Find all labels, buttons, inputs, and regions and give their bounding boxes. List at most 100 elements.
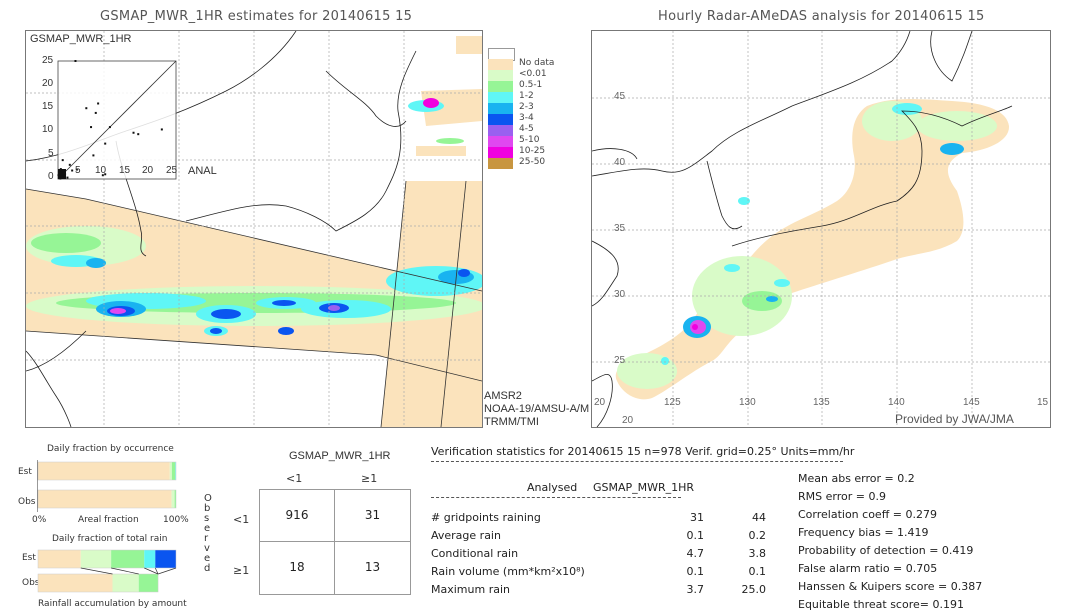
scatter-point [160, 128, 163, 131]
scatter-cluster [58, 169, 66, 179]
inset-xtick: 10 [95, 165, 107, 176]
lat-label-45: 45 [614, 91, 626, 102]
total-rain-est-label: Est [22, 553, 36, 563]
inset-ytick: 10 [42, 124, 54, 135]
legend-swatch [488, 103, 513, 114]
left-map-title: GSMAP_MWR_1HR estimates for 20140615 15 [100, 9, 413, 24]
score-item: Equitable threat score= 0.191 [798, 598, 964, 611]
legend-swatch [488, 158, 513, 169]
score-item: Mean abs error = 0.2 [798, 472, 915, 485]
stat-gsmap: 3.8 [748, 547, 767, 560]
legend-swatch [488, 114, 513, 125]
inset-xlabel: ANAL [188, 165, 217, 177]
inset-ytick: 15 [42, 101, 54, 112]
legend-swatch [488, 147, 513, 158]
col-divider [431, 497, 681, 498]
header-divider [431, 461, 843, 462]
legend-label: 3-4 [519, 113, 534, 123]
scatter-point [90, 126, 93, 129]
stat-gsmap: 44 [752, 511, 766, 524]
inset-scatter [57, 60, 177, 180]
inset-ytick: 20 [42, 78, 54, 89]
right-map-panel: 45 40 35 30 25 20 20 125 130 135 140 145… [591, 30, 1051, 428]
col-analysed: Analysed [527, 481, 578, 494]
score-item: Correlation coeff = 0.279 [798, 508, 937, 521]
occurrence-axis-100: 100% [163, 515, 189, 525]
score-item: Probability of detection = 0.419 [798, 544, 974, 557]
swath-patch [416, 146, 466, 156]
scatter-point [85, 107, 88, 110]
score-item: Frequency bias = 1.419 [798, 526, 929, 539]
contingency-grid: 916 31 18 13 [259, 489, 411, 595]
right-map-title: Hourly Radar-AMeDAS analysis for 2014061… [658, 9, 985, 24]
contingency-table: GSMAP_MWR_1HR <1 ≥1 Observed <1 ≥1 916 3… [200, 440, 420, 610]
bar-segment [155, 550, 176, 568]
lat-label-35: 35 [614, 223, 626, 234]
stat-analysed: 0.1 [686, 565, 705, 578]
bar-segment [38, 550, 81, 568]
observed-letter: d [204, 563, 211, 574]
lon-label: 130 [739, 397, 756, 408]
legend-label: 25-50 [519, 157, 546, 167]
lon-label: 135 [813, 397, 830, 408]
radar-coverage [615, 98, 1010, 400]
score-item: False alarm ratio = 0.705 [798, 562, 938, 575]
data-credit: Provided by JWA/JMA [895, 412, 1014, 426]
stat-analysed: 4.7 [686, 547, 705, 560]
legend-label: 0.5-1 [519, 80, 543, 90]
legend-label: No data [519, 58, 555, 68]
scatter-point [61, 159, 64, 162]
stat-label: Average rain [431, 529, 501, 542]
stat-gsmap: 25.0 [741, 583, 767, 596]
stat-label: Rain volume (mm*km²x10⁸) [431, 565, 585, 578]
lat-label-25: 25 [614, 355, 626, 366]
occurrence-chart: Daily fraction by occurrence Est Obs 0% … [0, 440, 200, 530]
contingency-col-ge: ≥1 [361, 472, 378, 485]
observed-vertical-label: Observed [204, 494, 214, 574]
legend-swatch [488, 81, 513, 92]
inset-xtick: 15 [119, 165, 131, 176]
cell-hit: 13 [364, 560, 381, 574]
contingency-col-lt: <1 [286, 472, 303, 485]
inset-xtick: 5 [75, 165, 81, 176]
lon-label: 140 [888, 397, 905, 408]
scatter-point [68, 163, 71, 166]
col-gsmap: GSMAP_MWR_1HR [593, 481, 695, 494]
lat-label-30: 30 [614, 289, 626, 300]
scatter-point [108, 126, 111, 129]
scatter-point [132, 131, 135, 134]
lat-label-40: 40 [614, 157, 626, 168]
scatter-point [92, 154, 95, 157]
lon-label: 125 [664, 397, 681, 408]
lon-label: 145 [963, 397, 980, 408]
bar-link [111, 567, 139, 575]
legend-swatch [488, 125, 513, 136]
contingency-title: GSMAP_MWR_1HR [289, 450, 391, 462]
stat-gsmap: 0.1 [748, 565, 767, 578]
right-map-svg [592, 31, 1050, 427]
scatter-point [94, 111, 97, 114]
legend-label: 10-25 [519, 146, 546, 156]
legend-entry: 25-50 [488, 157, 558, 169]
stat-analysed: 31 [690, 511, 704, 524]
stat-label: Maximum rain [431, 583, 510, 596]
bar-segment [171, 462, 176, 480]
left-map-svg [26, 31, 482, 427]
occurrence-bars [37, 460, 177, 512]
occurrence-obs-label: Obs [18, 497, 36, 507]
total-rain-chart: Daily fraction of total rain Est Obs Rai… [0, 530, 200, 612]
bar-segment [38, 490, 172, 508]
legend-swatch [488, 136, 513, 147]
stat-analysed: 0.1 [686, 529, 705, 542]
stat-label: Conditional rain [431, 547, 519, 560]
inset-ytick: 25 [42, 55, 54, 66]
bar-segment [111, 550, 145, 568]
total-rain-bars [37, 549, 177, 593]
scatter-point [66, 176, 69, 179]
bar-segment [144, 550, 156, 568]
scatter-point [71, 169, 74, 172]
occurrence-axis-label: Areal fraction [78, 515, 139, 525]
total-rain-footer: Rainfall accumulation by amount [38, 599, 187, 609]
bar-link [157, 567, 177, 575]
total-rain-title: Daily fraction of total rain [52, 534, 168, 544]
